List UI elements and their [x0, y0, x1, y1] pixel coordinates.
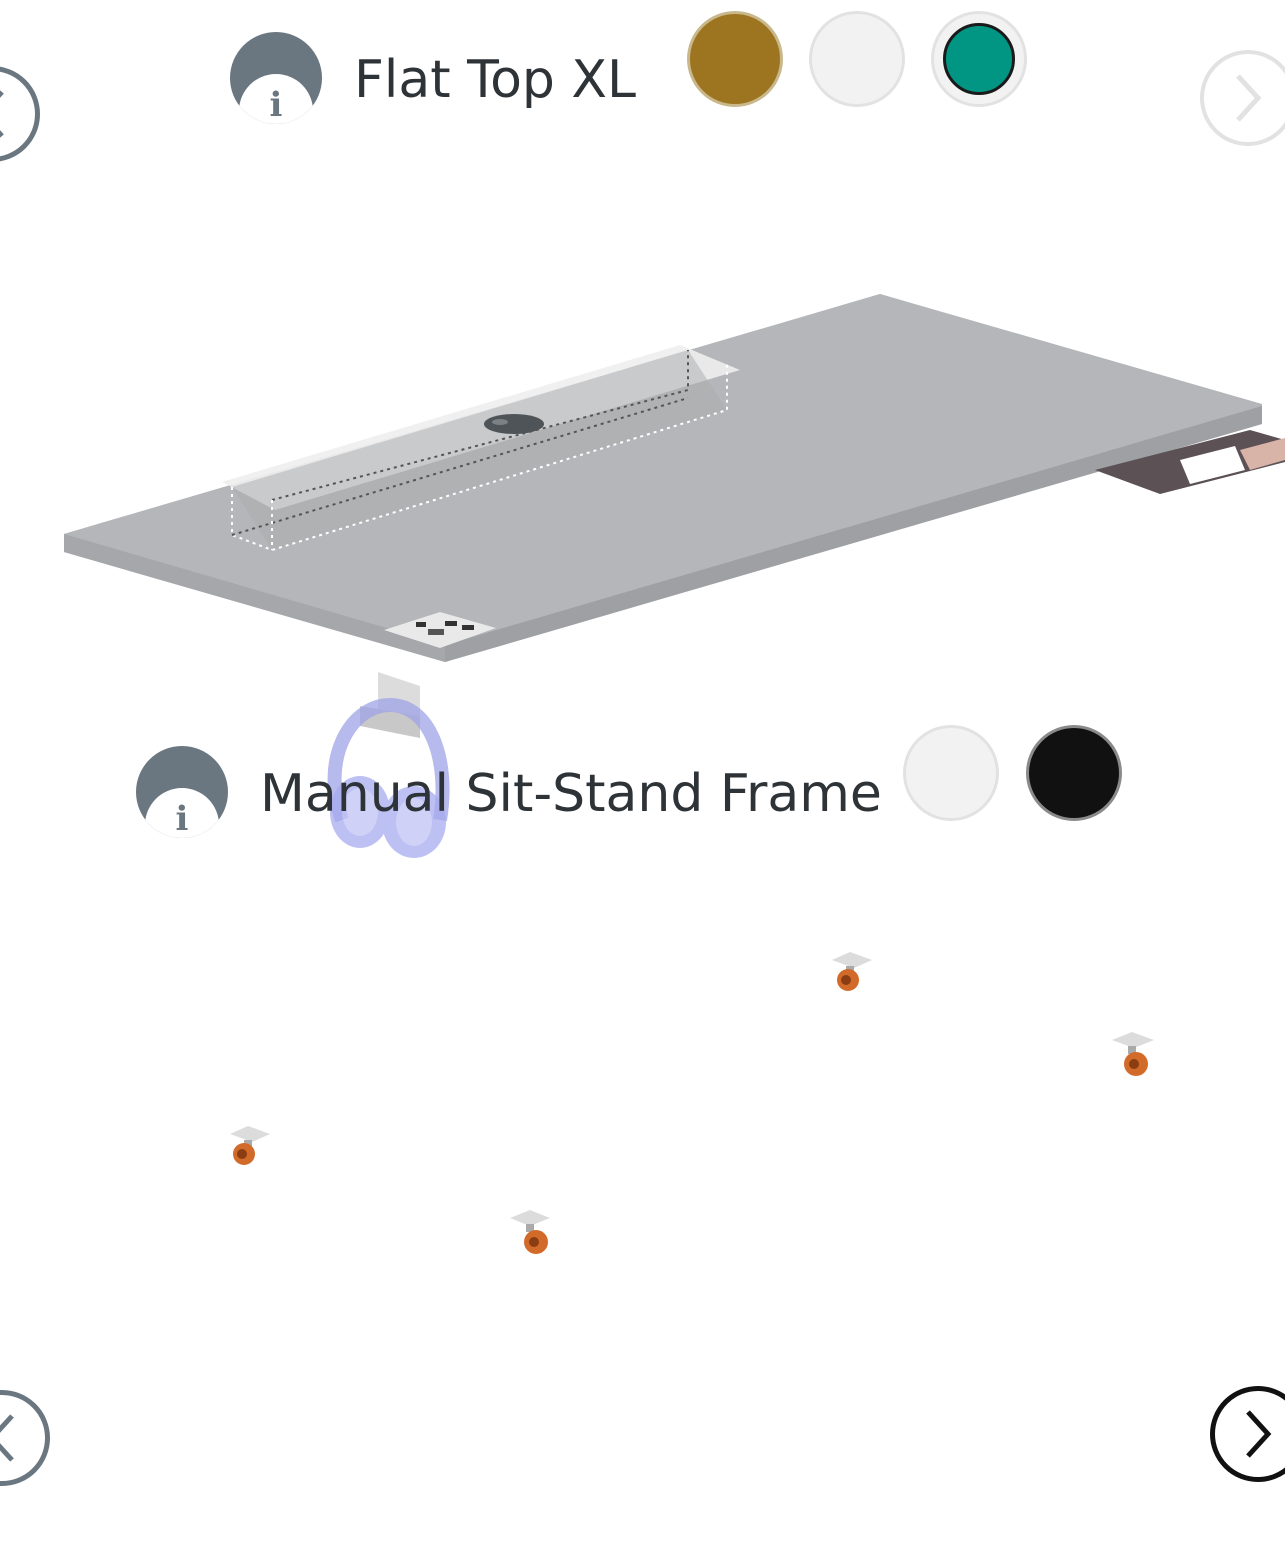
power-module [384, 612, 496, 648]
next-button-bottom[interactable] [1210, 1386, 1285, 1482]
chevron-right-icon [1236, 74, 1262, 122]
chevron-right-icon [1246, 1410, 1272, 1458]
color-swatch-white[interactable] [903, 725, 999, 821]
info-icon-glyph: i [269, 85, 283, 124]
info-icon-inner: i [145, 788, 219, 838]
color-swatch-teal[interactable] [931, 11, 1027, 107]
section-title-frame: Manual Sit-Stand Frame [260, 764, 882, 824]
casters [230, 952, 1154, 1254]
desk-top [64, 294, 1262, 662]
grommet [484, 414, 544, 434]
frame-side [1095, 430, 1285, 494]
selected-swatch-fill [943, 23, 1015, 95]
color-swatch-black[interactable] [1026, 725, 1122, 821]
info-icon[interactable]: i [230, 32, 322, 124]
cable-tray [222, 345, 740, 552]
info-icon-glyph: i [175, 799, 189, 838]
info-icon[interactable]: i [136, 746, 228, 838]
info-icon-inner: i [239, 74, 313, 124]
color-swatch-white[interactable] [809, 11, 905, 107]
section-title-flat-top: Flat Top XL [354, 50, 637, 110]
prev-button-top[interactable] [0, 66, 40, 162]
next-button-top[interactable] [1200, 50, 1285, 146]
headphone-hanger [360, 672, 420, 738]
color-swatch-gold[interactable] [687, 11, 783, 107]
chevron-left-icon [0, 1414, 14, 1462]
prev-button-bottom[interactable] [0, 1390, 50, 1486]
chevron-left-icon [0, 90, 4, 138]
